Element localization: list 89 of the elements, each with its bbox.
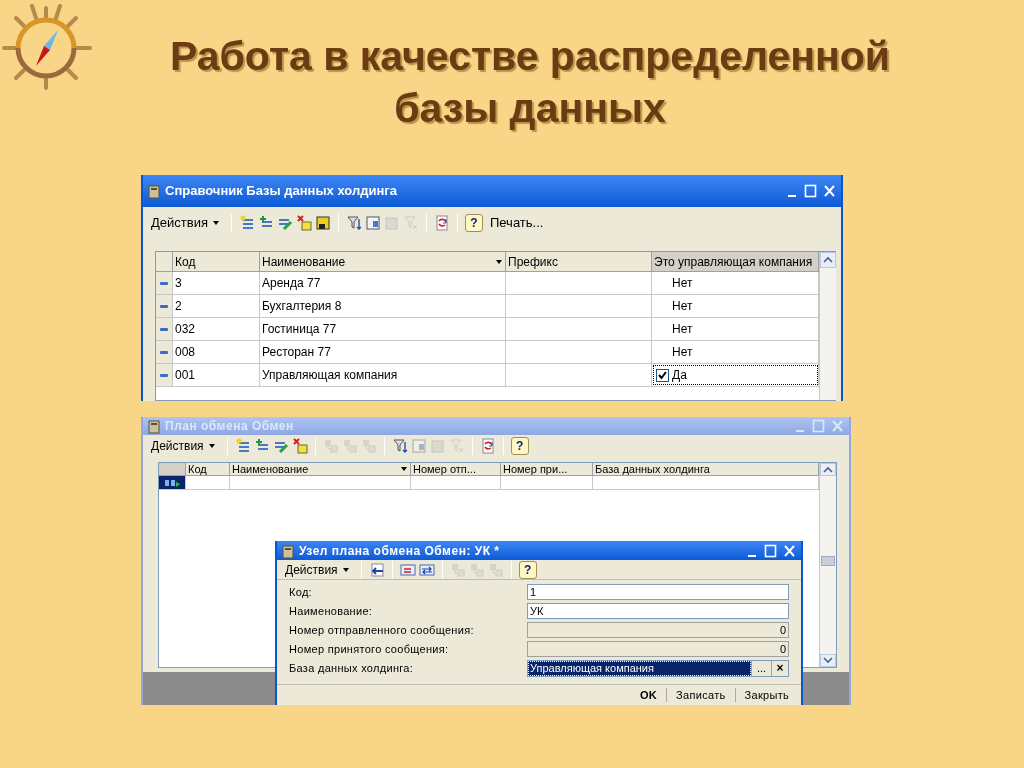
- window-title: Узел плана обмена Обмен: УК *: [299, 542, 501, 560]
- table-cell-text: Нет: [672, 275, 693, 292]
- field-label: Наименование:: [289, 603, 374, 619]
- node-move-icon[interactable]: [322, 438, 339, 454]
- table-cell: 032: [173, 318, 260, 340]
- dialog-button[interactable]: OK: [634, 686, 664, 704]
- actions-menu-button[interactable]: Действия: [147, 213, 224, 233]
- scroll-thumb[interactable]: [821, 556, 835, 566]
- input-field[interactable]: 1: [527, 584, 789, 600]
- arrow-left-icon[interactable]: [368, 561, 385, 578]
- filter-icon[interactable]: [345, 215, 362, 231]
- node-move-icon[interactable]: [449, 561, 466, 578]
- input-field[interactable]: 0: [527, 641, 789, 657]
- scroll-down-icon[interactable]: [820, 654, 836, 667]
- scrollbar[interactable]: [819, 463, 836, 667]
- help-button[interactable]: ?: [464, 214, 483, 232]
- column-header[interactable]: Наименование: [232, 463, 309, 475]
- row-marker-icon: [159, 302, 169, 310]
- list-delete-icon[interactable]: [295, 215, 312, 231]
- input-field[interactable]: УК: [527, 603, 789, 619]
- input-field[interactable]: 0: [527, 622, 789, 638]
- list-add-icon[interactable]: [238, 215, 255, 231]
- window-title: Справочник Базы данных холдинга: [165, 182, 398, 201]
- column-header[interactable]: Код: [173, 252, 260, 271]
- row-selector[interactable]: [159, 476, 186, 489]
- field-label: Код:: [289, 584, 313, 600]
- close-icon[interactable]: [822, 183, 837, 199]
- column-header[interactable]: Номер при...: [501, 463, 593, 475]
- table-cell: Гостиница 77: [260, 318, 506, 340]
- help-button[interactable]: ?: [510, 437, 529, 455]
- actions-menu-button[interactable]: Действия: [281, 560, 354, 579]
- scrollbar[interactable]: [819, 252, 836, 400]
- exchange-icon[interactable]: [418, 561, 435, 578]
- table-cell: 008: [173, 341, 260, 363]
- caret-icon: [211, 219, 220, 227]
- maximize-icon[interactable]: [763, 542, 778, 559]
- table-cell: Аренда 77: [260, 272, 506, 294]
- column-header[interactable]: Наименование: [260, 252, 506, 271]
- field-label: Номер отправленного сообщения:: [289, 622, 475, 638]
- form-icon[interactable]: [364, 215, 381, 231]
- slide-title: Работа в качестве распределенной базы данных: [168, 32, 892, 133]
- column-header[interactable]: Код: [186, 463, 230, 475]
- row-marker-icon: [159, 348, 169, 356]
- table-cell: Управляющая компания: [260, 364, 506, 386]
- list-delete-icon[interactable]: [291, 438, 308, 454]
- table-cell-text: Да: [672, 367, 687, 384]
- column-header[interactable]: Номер отп...: [411, 463, 501, 475]
- caret-icon: [207, 442, 216, 450]
- book-icon: [281, 542, 295, 559]
- table-cell-text: Нет: [672, 298, 693, 315]
- caret-icon: [341, 565, 350, 574]
- header-label: Наименование: [262, 253, 347, 271]
- filter-icon[interactable]: [391, 438, 408, 454]
- table-cell-text: Нет: [672, 321, 693, 338]
- sort-caret-icon: [495, 257, 503, 266]
- save-icon[interactable]: [314, 215, 331, 231]
- table-cell: 001: [173, 364, 260, 386]
- book-icon: [147, 418, 161, 434]
- table-cell: 2: [173, 295, 260, 317]
- list-add-icon[interactable]: [234, 438, 251, 454]
- help-button[interactable]: ?: [518, 560, 537, 579]
- row-marker-icon: [159, 279, 169, 287]
- print-button[interactable]: Печать...: [485, 213, 548, 233]
- scroll-up-icon[interactable]: [820, 463, 836, 476]
- scroll-up-icon[interactable]: [820, 252, 836, 268]
- table-cell-text: Нет: [672, 344, 693, 361]
- node-move-icon[interactable]: [341, 438, 358, 454]
- dialog-button[interactable]: Закрыть: [738, 686, 795, 704]
- table-cell: Ресторан 77: [260, 341, 506, 363]
- column-header[interactable]: Это управляющая компания: [652, 252, 819, 271]
- actions-menu-button[interactable]: Действия: [147, 437, 220, 455]
- window-title: План обмена Обмен: [165, 418, 295, 435]
- node-move-icon[interactable]: [487, 561, 504, 578]
- field-label: Номер принятого сообщения:: [289, 641, 450, 657]
- table-cell: Бухгалтерия 8: [260, 295, 506, 317]
- node-move-icon[interactable]: [468, 561, 485, 578]
- checkbox[interactable]: [656, 368, 669, 382]
- field-label: База данных холдинга:: [289, 660, 415, 676]
- refresh-icon[interactable]: [433, 215, 450, 231]
- refresh-icon[interactable]: [479, 438, 496, 454]
- dialog-button[interactable]: Записать: [670, 686, 732, 704]
- node-move-icon[interactable]: [360, 438, 377, 454]
- node-icon: [163, 477, 181, 488]
- compass-logo-icon: [2, 4, 92, 90]
- sort-caret-icon: [400, 465, 408, 473]
- table-cell: 3: [173, 272, 260, 294]
- row-marker-icon: [159, 371, 169, 379]
- book-icon: [147, 183, 161, 199]
- row-marker-icon: [159, 325, 169, 333]
